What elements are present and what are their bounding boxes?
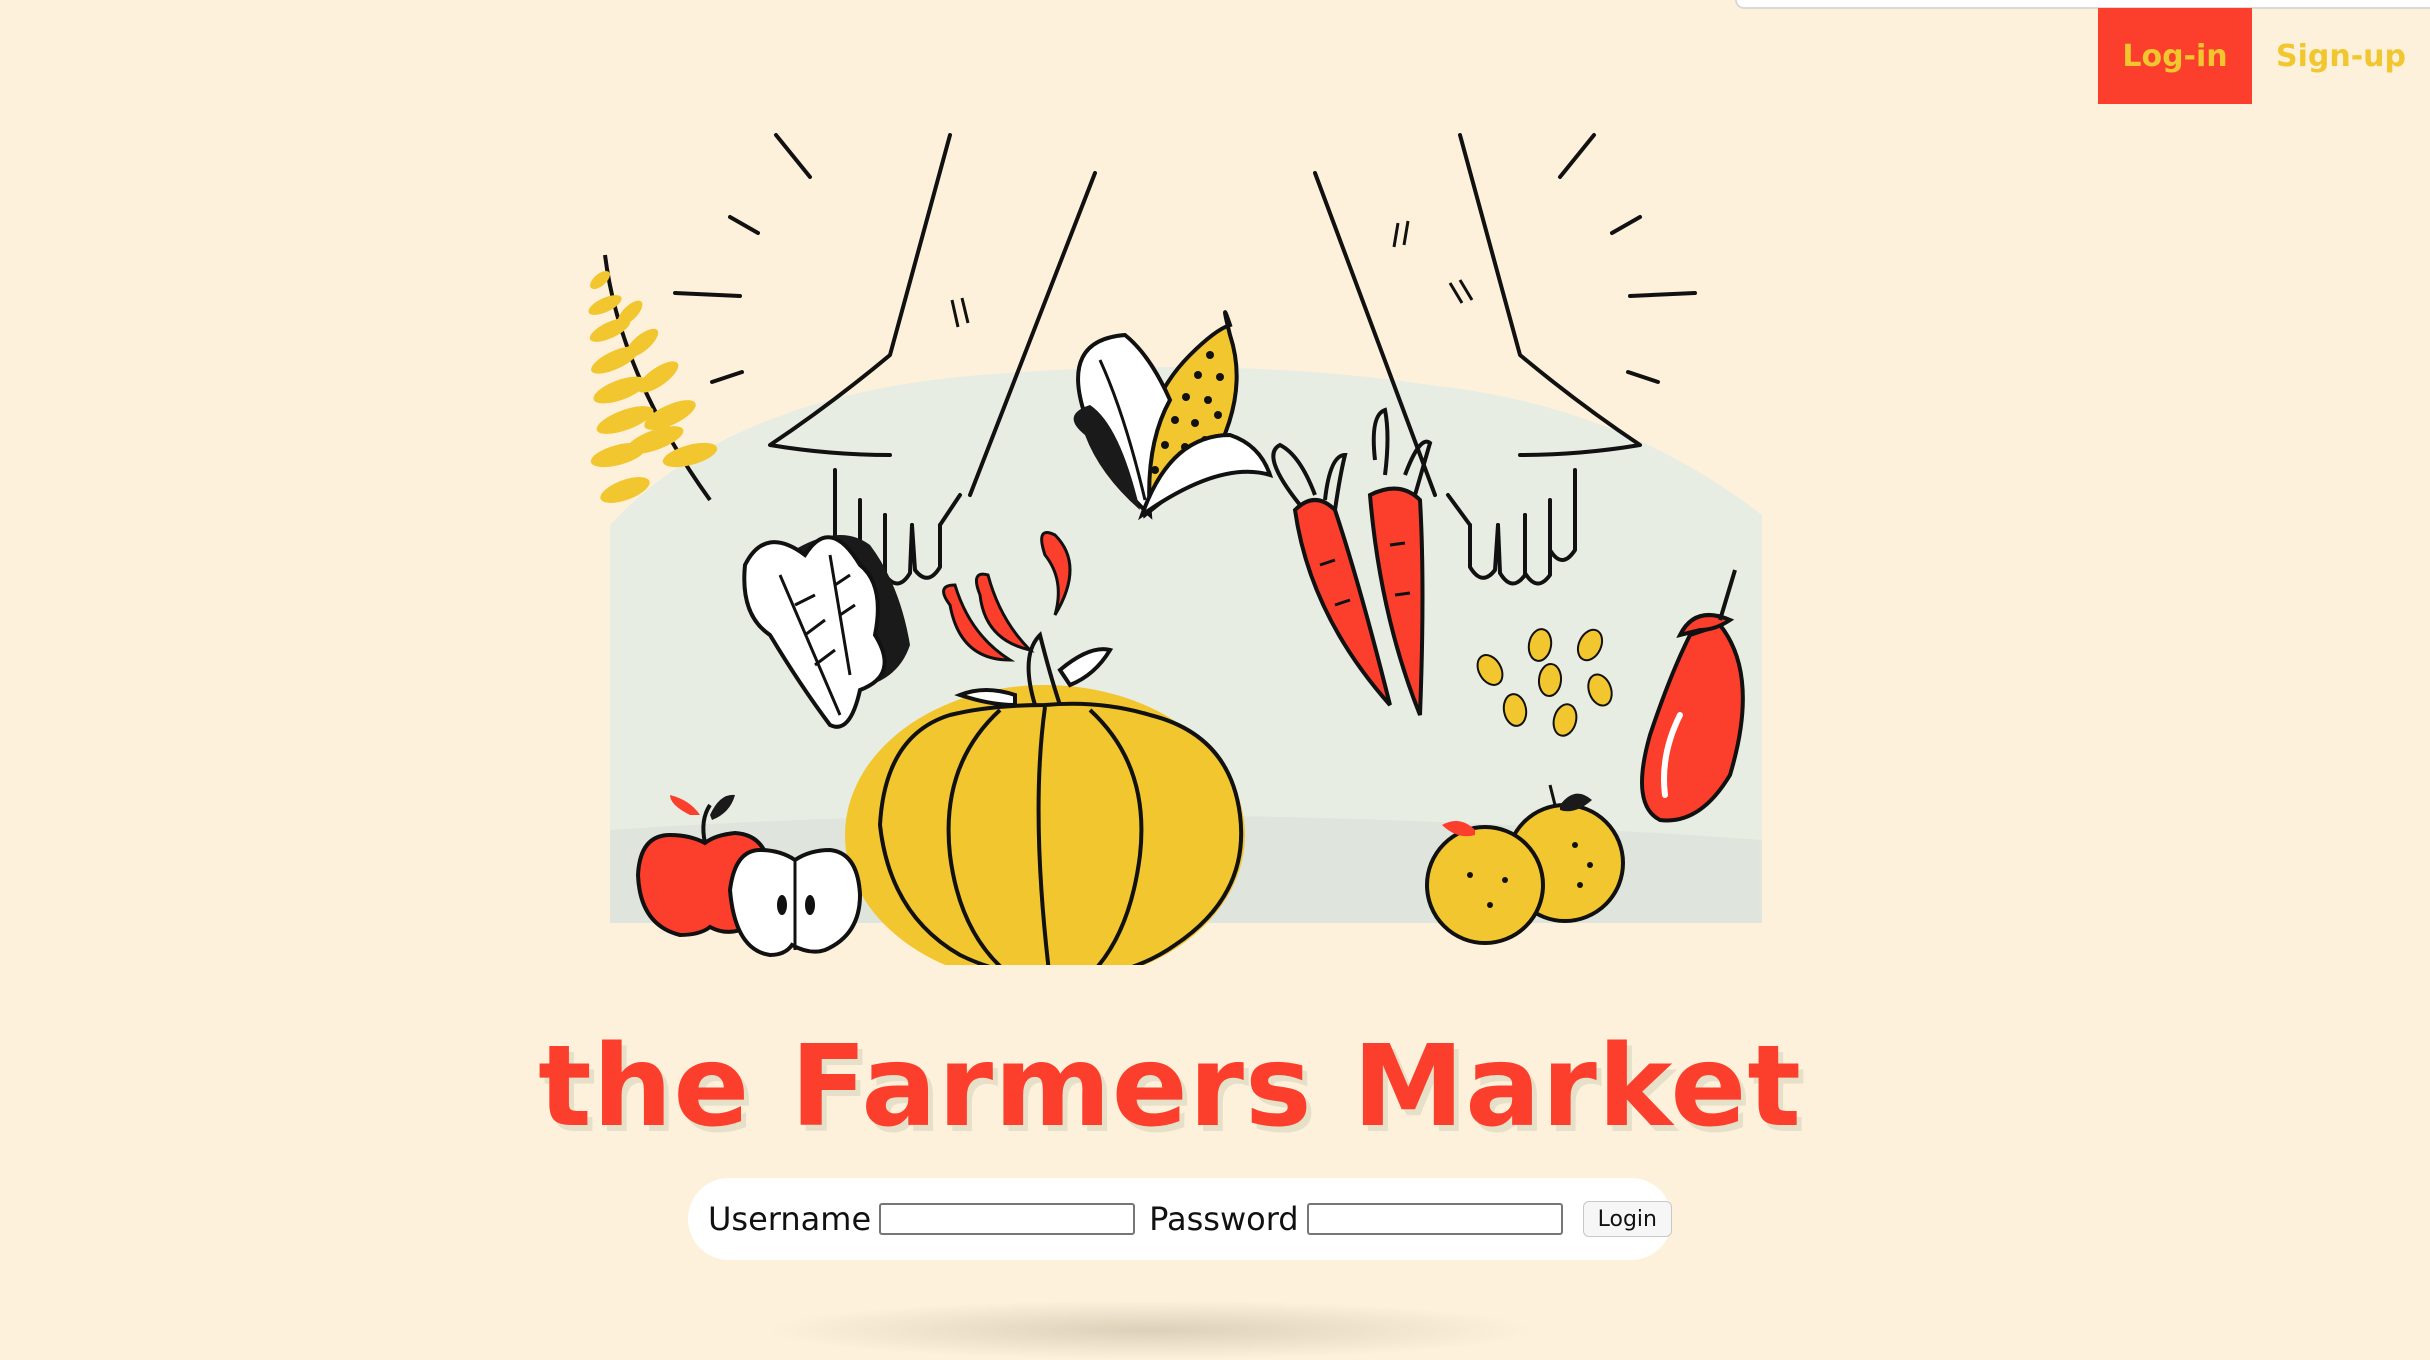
hero-illustration — [588, 133, 1762, 965]
login-form: Username Password Login — [688, 1178, 1672, 1260]
login-nav-button[interactable]: Log-in — [2098, 8, 2252, 104]
username-label: Username — [708, 1200, 872, 1238]
sparkle-right-icon — [1558, 133, 1697, 384]
page-title: the Farmers Market — [538, 1022, 1802, 1152]
top-nav: Log-in Sign-up — [2098, 8, 2430, 104]
login-submit-button[interactable]: Login — [1582, 1201, 1672, 1237]
username-input[interactable] — [879, 1203, 1136, 1235]
password-label: Password — [1149, 1200, 1299, 1238]
signup-nav-button[interactable]: Sign-up — [2252, 8, 2430, 104]
bottom-shadow — [760, 1300, 1540, 1360]
sparkle-left-icon — [673, 133, 812, 384]
left-hand-marks — [950, 297, 970, 328]
password-input[interactable] — [1306, 1203, 1563, 1235]
right-hand-marks — [1392, 220, 1474, 304]
